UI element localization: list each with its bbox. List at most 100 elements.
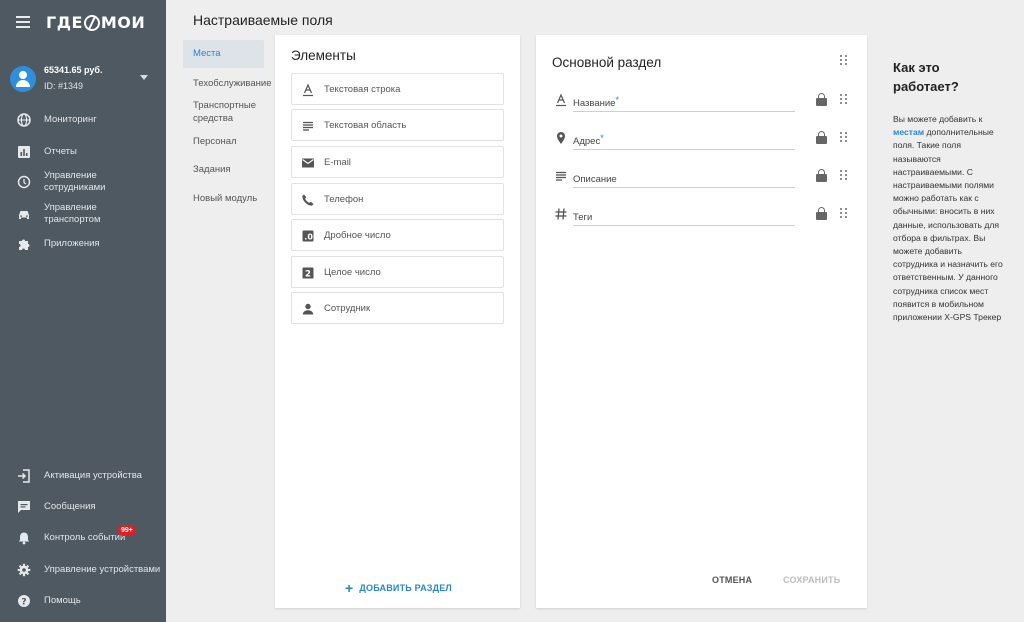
elements-panel-title: Элементы [291, 48, 356, 63]
section-title: Основной раздел [552, 55, 662, 70]
field-address[interactable]: Адрес* [552, 127, 854, 151]
element-text-area[interactable]: Текстовая область [291, 109, 504, 141]
sidebar-item-apps[interactable]: Приложения [0, 230, 166, 258]
sidebar-item-activate-device[interactable]: Активация устройства [0, 462, 166, 490]
field-label: Теги [573, 212, 593, 223]
sidebar-item-label: Управление транспортом [44, 202, 101, 225]
add-section-button[interactable]: + ДОБАВИТЬ РАЗДЕЛ [345, 580, 452, 596]
text-format-icon [554, 93, 568, 107]
sidebar-item-label: Активация устройства [44, 470, 142, 481]
sidebar-item-reports[interactable]: Отчеты [0, 138, 166, 166]
logo[interactable]: ГДЕ МОИ [46, 13, 145, 32]
field-label: Название* [573, 95, 619, 109]
text-format-icon [301, 83, 315, 97]
main-section-panel: Основной раздел Название* Адрес* Описани… [536, 35, 867, 608]
field-underline [573, 187, 795, 188]
field-underline [573, 149, 795, 150]
sidebar-item-label: Сообщения [44, 501, 96, 512]
email-icon [301, 156, 315, 170]
sidebar-item-label: Управление устройствами [44, 564, 161, 575]
field-tags[interactable]: Теги [552, 203, 854, 227]
lock-icon [816, 93, 827, 106]
svg-text:.0: .0 [304, 233, 313, 242]
notification-badge: 99+ [118, 525, 136, 536]
element-text-line[interactable]: Текстовая строка [291, 73, 504, 105]
login-icon [17, 469, 31, 483]
field-description[interactable]: Описание [552, 165, 854, 189]
subnav-item-places[interactable]: Места [183, 40, 264, 68]
sidebar-item-device-management[interactable]: Управление устройствами [0, 556, 166, 584]
field-underline [573, 111, 795, 112]
sidebar-item-messages[interactable]: Сообщения [0, 493, 166, 521]
svg-text:2: 2 [305, 270, 311, 280]
location-icon [17, 175, 31, 189]
sidebar-item-transport[interactable]: Управление транспортом [0, 200, 166, 228]
bell-icon [17, 531, 31, 545]
element-integer[interactable]: 2 Целое число [291, 256, 504, 288]
field-label: Адрес* [573, 133, 604, 147]
element-label: E-mail [324, 157, 351, 168]
lock-icon [816, 169, 827, 182]
save-button[interactable]: СОХРАНИТЬ [783, 575, 840, 585]
sidebar-item-label: Приложения [44, 238, 100, 249]
element-employee[interactable]: Сотрудник [291, 292, 504, 324]
puzzle-icon [17, 237, 31, 251]
car-icon [17, 207, 31, 221]
sidebar-item-label: Помощь [44, 595, 81, 606]
help-title: Как это работает? [893, 60, 959, 94]
help-icon: ? [17, 594, 31, 608]
gear-icon [17, 563, 31, 577]
drag-handle-icon[interactable] [840, 208, 848, 219]
logo-bolt-icon [83, 15, 100, 31]
lock-icon [816, 131, 827, 144]
subnav-item-staff[interactable]: Персонал [183, 135, 275, 148]
sidebar-item-employees[interactable]: Управление сотрудниками [0, 168, 166, 196]
subnav-item-new-module[interactable]: Новый модуль [183, 192, 275, 205]
sidebar-item-monitoring[interactable]: Мониторинг [0, 106, 166, 134]
element-label: Дробное число [324, 230, 391, 241]
sidebar-item-label: Отчеты [44, 146, 77, 157]
sidebar-header: ГДЕ МОИ [0, 0, 166, 48]
subnav-item-tasks[interactable]: Задания [183, 163, 275, 176]
sidebar-item-label: Мониторинг [44, 114, 97, 125]
element-phone[interactable]: Телефон [291, 183, 504, 215]
hash-icon [554, 207, 568, 221]
svg-text:?: ? [21, 598, 26, 608]
account-balance: 65341.65 руб. [44, 65, 103, 75]
integer-icon: 2 [301, 266, 315, 280]
sidebar-item-help[interactable]: ? Помощь [0, 587, 166, 615]
sidebar-item-label: Управление сотрудниками [44, 170, 106, 193]
drag-handle-icon[interactable] [840, 132, 848, 143]
element-label: Текстовая строка [324, 84, 401, 95]
element-email[interactable]: E-mail [291, 146, 504, 178]
account-switcher[interactable]: 65341.65 руб. ID: #1349 [0, 58, 166, 98]
avatar [10, 66, 36, 92]
subnav-item-maintenance[interactable]: Техобслуживание [183, 77, 275, 90]
menu-icon[interactable] [16, 16, 30, 28]
chevron-down-icon[interactable] [140, 75, 148, 80]
sidebar-item-label: Контроль событий [44, 532, 126, 543]
elements-panel: Элементы Текстовая строка Текстовая обла… [275, 35, 520, 608]
field-label: Описание [573, 174, 617, 185]
text-lines-icon [554, 169, 568, 183]
field-name[interactable]: Название* [552, 89, 854, 113]
text-lines-icon [301, 119, 315, 133]
drag-handle-icon[interactable] [840, 170, 848, 181]
drag-handle-icon[interactable] [840, 55, 848, 66]
lock-icon [816, 207, 827, 220]
places-link[interactable]: местам [893, 127, 924, 137]
phone-icon [301, 193, 315, 207]
field-underline [573, 225, 795, 226]
chat-icon [17, 500, 31, 514]
subnav-item-vehicles[interactable]: Транспортные средства [183, 99, 263, 125]
location-pin-icon [554, 131, 568, 145]
element-label: Сотрудник [324, 303, 371, 314]
drag-handle-icon[interactable] [840, 94, 848, 105]
cancel-button[interactable]: ОТМЕНА [712, 575, 752, 585]
person-icon [301, 302, 315, 316]
element-label: Целое число [324, 267, 381, 278]
element-label: Телефон [324, 194, 364, 205]
sidebar-item-events[interactable]: Контроль событий 99+ [0, 524, 166, 552]
plus-icon: + [345, 580, 354, 596]
element-decimal[interactable]: .0 Дробное число [291, 219, 504, 251]
